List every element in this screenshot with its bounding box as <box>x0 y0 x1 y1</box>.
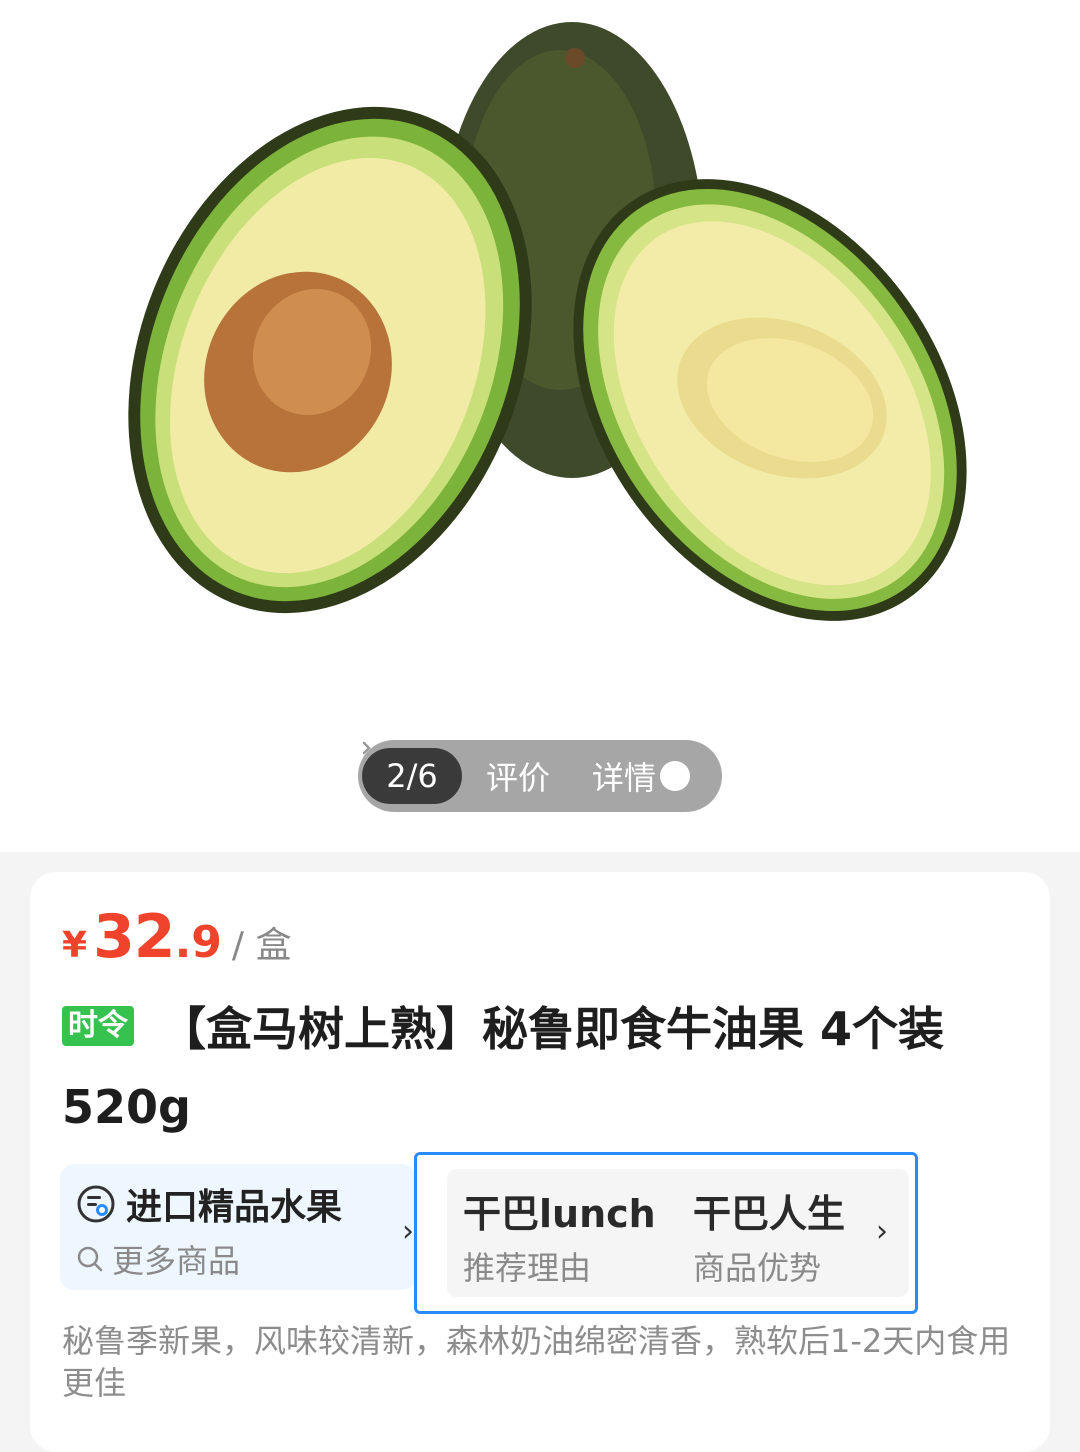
category-title: 进口精品水果 <box>76 1178 342 1230</box>
tab-review[interactable]: 评价 <box>486 753 550 799</box>
price-integer: 32 <box>93 902 175 972</box>
price-symbol: ¥ <box>62 925 88 966</box>
recommend-item-title: 干巴lunch <box>463 1192 656 1236</box>
product-description: 秘鲁季新果，风味较清新，森林奶油绵密清香，熟软后1-2天内食用更佳 <box>62 1322 1011 1402</box>
tab-detail[interactable]: 详情 <box>362 741 691 799</box>
more-products-link[interactable]: 更多商品 <box>76 1236 240 1282</box>
price: ¥ 32 .9 / 盒 <box>62 902 291 972</box>
recommend-item-title: 干巴人生 <box>693 1192 846 1236</box>
gallery-pager: 2/6 评价 详情 <box>358 740 722 812</box>
price-decimal: .9 <box>174 917 222 968</box>
avocado-image <box>128 22 967 621</box>
more-products-label: 更多商品 <box>112 1242 241 1280</box>
search-icon <box>77 1246 103 1272</box>
recommend-item[interactable]: 干巴lunch 推荐理由 <box>447 1169 656 1297</box>
recommend-item-subtitle: 商品优势 <box>693 1249 822 1287</box>
image-counter: 2/6 <box>362 748 462 804</box>
category-entry[interactable]: 进口精品水果 更多商品 <box>60 1164 416 1290</box>
recommendation-highlight: 干巴lunch 推荐理由 干巴人生 商品优势 <box>414 1152 918 1314</box>
category-label: 进口精品水果 <box>126 1187 343 1228</box>
tab-detail-label: 详情 <box>592 759 657 797</box>
price-unit: / 盒 <box>231 925 292 966</box>
seasonal-badge: 时令 <box>62 1006 134 1046</box>
product-title-text: 【盒马树上熟】秘鲁即食牛油果 4个装 520g <box>62 1002 945 1134</box>
recommend-item-subtitle: 推荐理由 <box>463 1249 592 1287</box>
recommendation-panel[interactable]: 干巴lunch 推荐理由 干巴人生 商品优势 <box>447 1169 909 1297</box>
product-info-card: ¥ 32 .9 / 盒 时令 【盒马树上熟】秘鲁即食牛油果 4个装 520g 进口… <box>30 872 1050 1452</box>
chevron-right-icon: › <box>402 1214 414 1249</box>
product-title: 时令 【盒马树上熟】秘鲁即食牛油果 4个装 520g <box>62 990 1022 1146</box>
chevron-right-icon[interactable]: › <box>876 1214 888 1249</box>
category-search-icon <box>77 1185 115 1223</box>
product-image-gallery[interactable]: 2/6 评价 详情 <box>0 0 1080 852</box>
chevron-right-icon <box>362 741 691 791</box>
recommend-item[interactable]: 干巴人生 商品优势 <box>677 1169 877 1297</box>
